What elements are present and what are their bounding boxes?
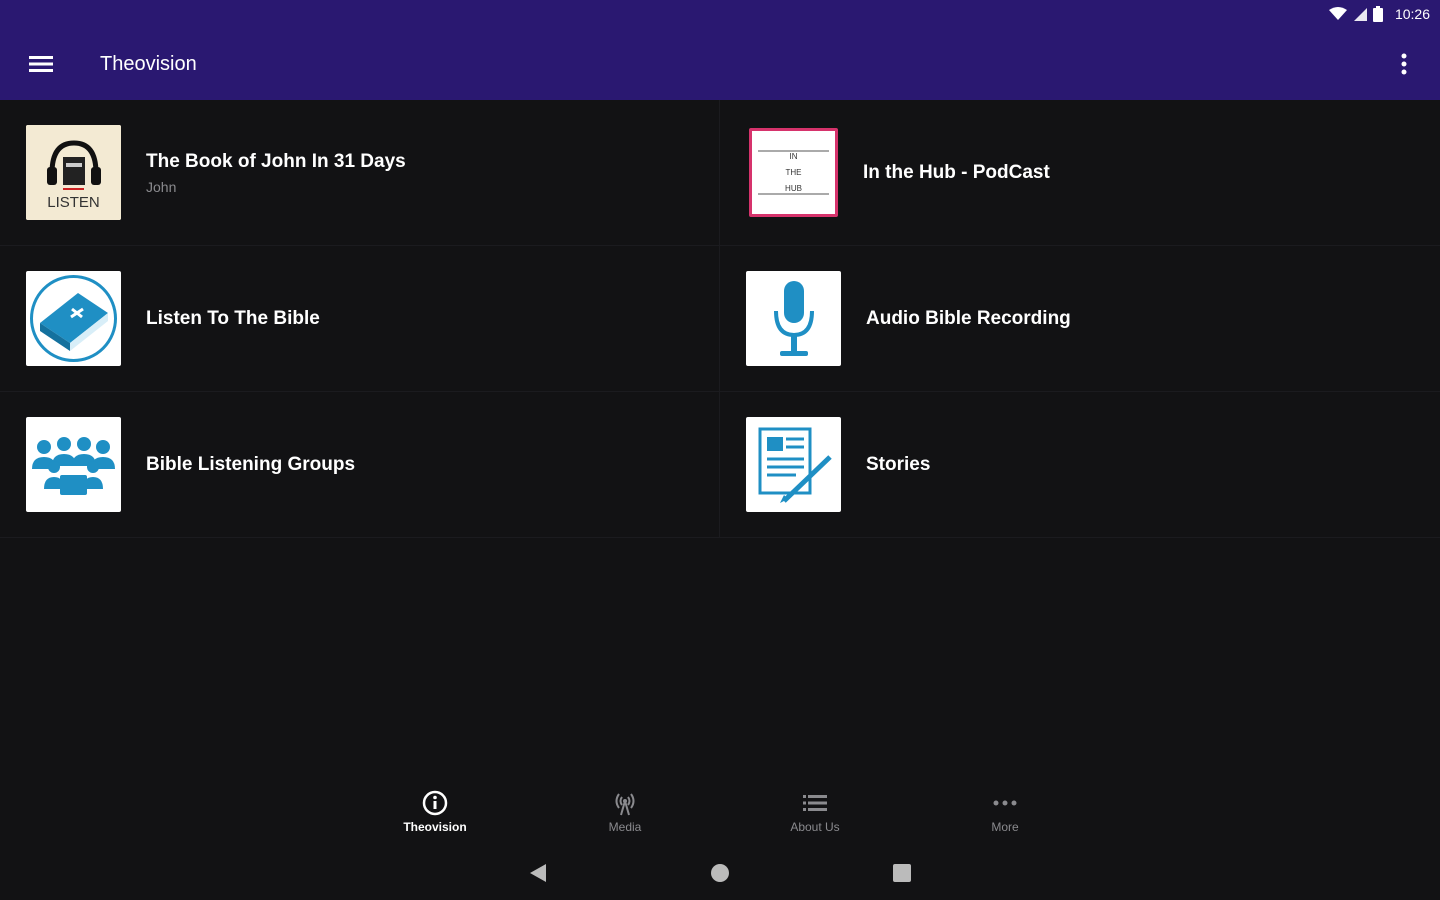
hub-line-1: IN (790, 152, 798, 161)
more-vert-icon (1401, 53, 1407, 75)
microphone-icon (774, 281, 814, 356)
tile-thumbnail (26, 271, 121, 366)
bottom-navigation: Theovision Media About Us More (0, 780, 1440, 844)
tile-thumbnail: LISTEN (26, 125, 121, 220)
thumb-listen-label: LISTEN (47, 194, 100, 211)
menu-icon (29, 56, 53, 72)
home-circle-icon (711, 864, 729, 882)
nav-label: About Us (790, 820, 840, 834)
tile-stories[interactable]: Stories (720, 392, 1440, 538)
tile-in-the-hub-podcast[interactable]: IN THE HUB In the Hub - PodCast (720, 100, 1440, 246)
system-navigation-bar (0, 846, 1440, 900)
recents-square-icon (893, 864, 911, 882)
hub-line-3: HUB (785, 184, 802, 193)
nav-label: More (991, 820, 1019, 834)
system-home-button[interactable] (704, 857, 736, 889)
tile-title: Audio Bible Recording (866, 307, 1071, 329)
hamburger-menu-button[interactable] (0, 28, 82, 100)
app-title: Theovision (100, 52, 197, 75)
overflow-menu-button[interactable] (1386, 46, 1422, 82)
content-grid: LISTEN The Book of John In 31 Days John … (0, 100, 1440, 538)
tile-text: Stories (866, 454, 930, 476)
hub-logo-icon: IN THE HUB (752, 131, 835, 214)
nav-theovision[interactable]: Theovision (340, 780, 530, 844)
wifi-icon (1328, 7, 1347, 20)
status-time: 10:26 (1394, 6, 1430, 22)
tile-title: In the Hub - PodCast (863, 161, 1050, 183)
tile-thumbnail: IN THE HUB (749, 128, 838, 217)
signal-icon (1353, 8, 1367, 21)
app-screen: 10:26 Theovision LISTEN The Book of John… (0, 0, 1440, 900)
tile-title: Bible Listening Groups (146, 453, 356, 475)
back-triangle-icon (530, 864, 546, 882)
listen-headphones-icon: LISTEN (26, 125, 121, 220)
tile-title: Listen To The Bible (146, 307, 320, 329)
tile-title: Stories (866, 453, 931, 475)
battery-icon (1372, 6, 1383, 22)
tile-book-of-john[interactable]: LISTEN The Book of John In 31 Days John (0, 100, 720, 246)
list-icon (803, 795, 827, 811)
more-horiz-icon (993, 800, 1017, 806)
document-pen-icon (758, 427, 832, 503)
status-bar: 10:26 (0, 0, 1440, 28)
nav-media[interactable]: Media (530, 780, 720, 844)
system-back-button[interactable] (522, 857, 554, 889)
tile-thumbnail (746, 271, 841, 366)
nav-label: Media (608, 820, 642, 834)
tile-text: Listen To The Bible (146, 308, 320, 330)
tile-text: Bible Listening Groups (146, 454, 355, 476)
broadcast-icon (615, 793, 635, 816)
info-icon (422, 790, 448, 816)
nav-about-us[interactable]: About Us (720, 780, 910, 844)
nav-more[interactable]: More (910, 780, 1100, 844)
tile-thumbnail (746, 417, 841, 512)
tile-text: The Book of John In 31 Days John (146, 151, 406, 195)
app-bar: Theovision (0, 28, 1440, 100)
system-recents-button[interactable] (886, 857, 918, 889)
bible-book-icon (30, 275, 117, 362)
tile-audio-bible-recording[interactable]: Audio Bible Recording (720, 246, 1440, 392)
nav-label: Theovision (403, 820, 467, 834)
tile-subtitle: John (146, 178, 177, 195)
hub-line-2: THE (786, 168, 802, 177)
tile-title: The Book of John In 31 Days (146, 150, 406, 172)
tile-text: Audio Bible Recording (866, 308, 1071, 330)
tile-listen-to-the-bible[interactable]: Listen To The Bible (0, 246, 720, 392)
tile-text: In the Hub - PodCast (863, 162, 1050, 184)
group-people-icon (32, 437, 115, 495)
tile-bible-listening-groups[interactable]: Bible Listening Groups (0, 392, 720, 538)
tile-thumbnail (26, 417, 121, 512)
